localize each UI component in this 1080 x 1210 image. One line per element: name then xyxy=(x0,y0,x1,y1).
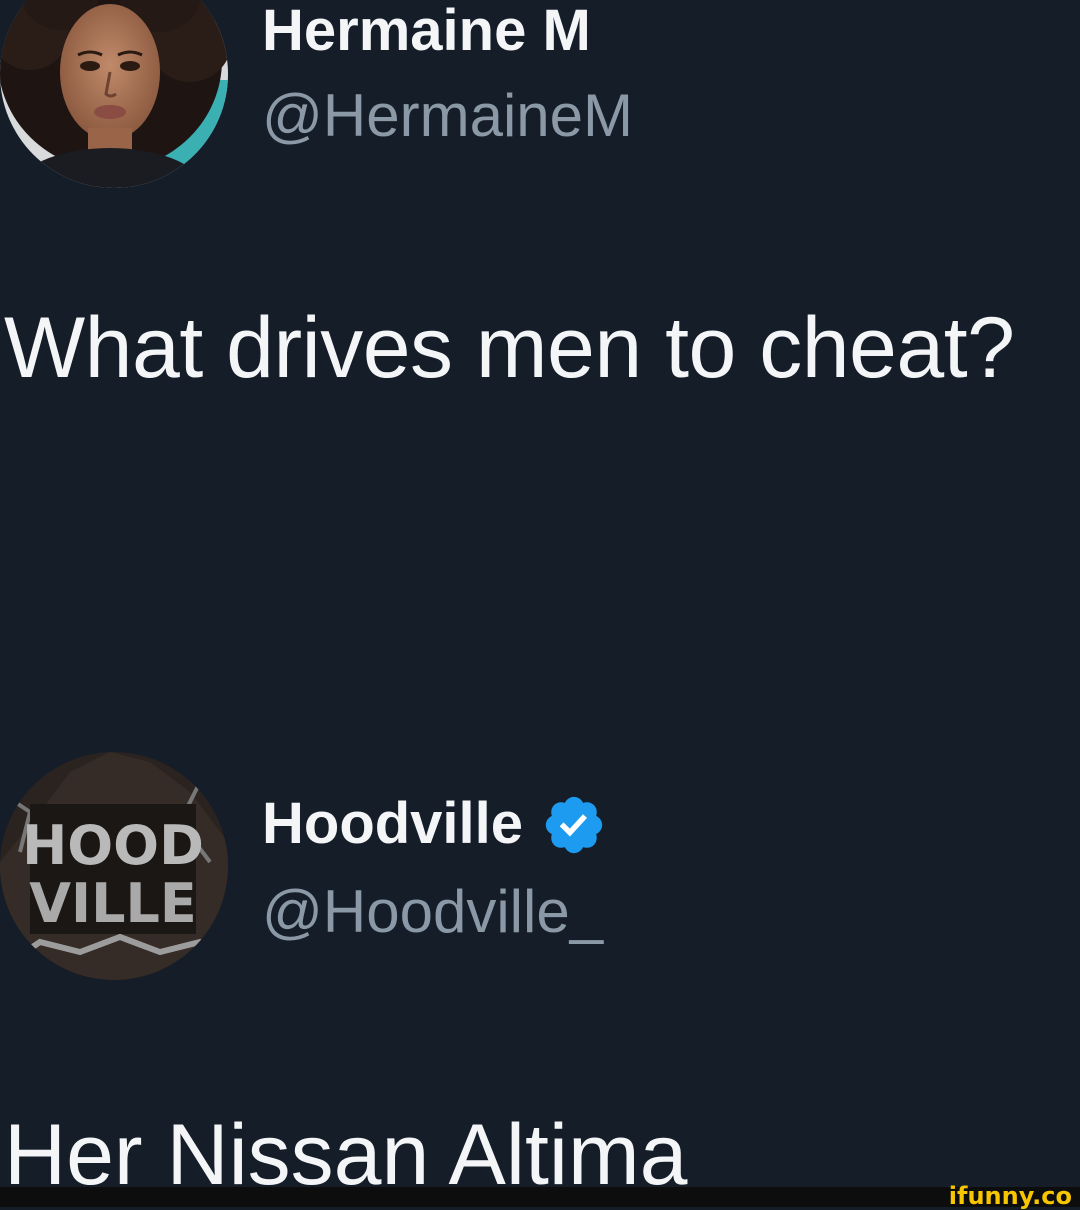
author-handle[interactable]: @HermaineM xyxy=(262,86,633,146)
tweet-text: What drives men to cheat? xyxy=(4,300,1015,396)
reply-text: Her Nissan Altima xyxy=(4,1107,688,1203)
person-portrait-avatar xyxy=(0,0,228,188)
verified-badge-icon xyxy=(545,796,603,854)
author-name[interactable]: Hermaine M xyxy=(262,2,591,60)
hoodville-logo: HOOD VILLE xyxy=(0,752,228,980)
reply-author-handle[interactable]: @Hoodville_ xyxy=(262,882,603,942)
logo-text-bottom: VILLE xyxy=(29,872,197,935)
reply-author-name-row[interactable]: Hoodville xyxy=(262,790,607,858)
hoodville-avatar[interactable]: HOOD VILLE xyxy=(0,752,228,980)
logo-text-top: HOOD xyxy=(22,814,204,877)
hermaine-avatar[interactable] xyxy=(0,0,228,188)
reply-author-name[interactable]: Hoodville xyxy=(262,795,523,853)
ifunny-watermark: ifunny.co xyxy=(948,1182,1072,1210)
watermark-bar xyxy=(0,1187,1080,1207)
